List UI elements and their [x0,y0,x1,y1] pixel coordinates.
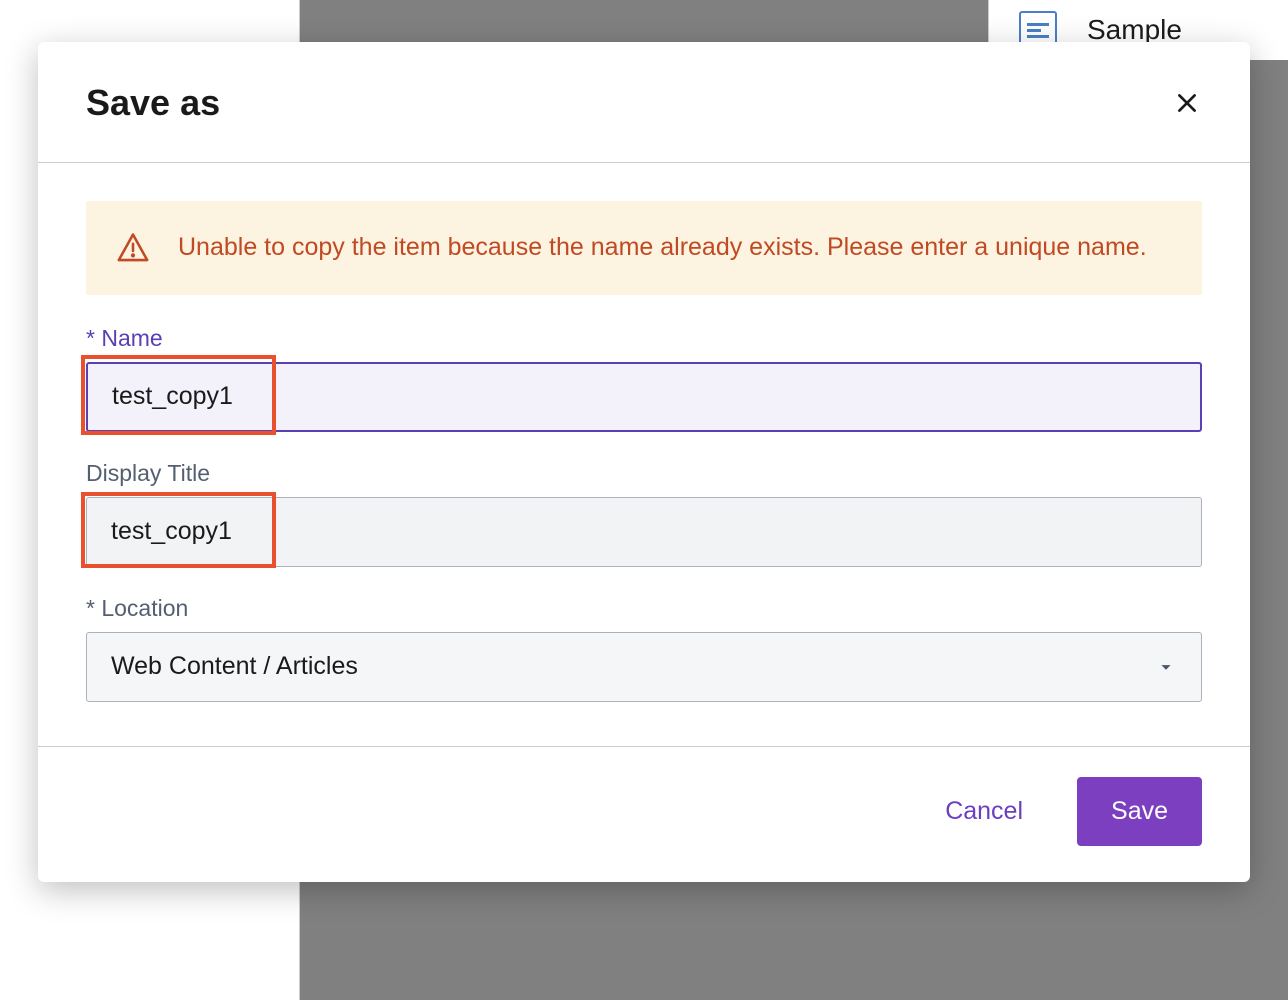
display-title-field-group: Display Title [86,460,1202,567]
close-button[interactable] [1172,88,1202,118]
modal-footer: Cancel Save [38,746,1250,882]
name-label: Name [86,325,1202,352]
location-field-group: Location Web Content / Articles [86,595,1202,702]
cancel-button[interactable]: Cancel [921,779,1047,844]
location-value: Web Content / Articles [111,652,358,681]
display-title-label: Display Title [86,460,1202,487]
close-icon [1174,90,1200,116]
chevron-down-icon [1155,656,1177,678]
modal-title: Save as [86,82,220,124]
modal-body: Unable to copy the item because the name… [38,163,1250,746]
save-as-modal: Save as Unable to copy the item because … [38,42,1250,882]
location-select[interactable]: Web Content / Articles [86,632,1202,702]
alert-message: Unable to copy the item because the name… [178,229,1147,267]
modal-header: Save as [38,42,1250,163]
name-input[interactable] [86,362,1202,432]
save-button[interactable]: Save [1077,777,1202,846]
location-label: Location [86,595,1202,622]
name-field-group: Name [86,325,1202,432]
warning-icon [116,231,150,265]
error-alert: Unable to copy the item because the name… [86,201,1202,295]
display-title-input[interactable] [86,497,1202,567]
